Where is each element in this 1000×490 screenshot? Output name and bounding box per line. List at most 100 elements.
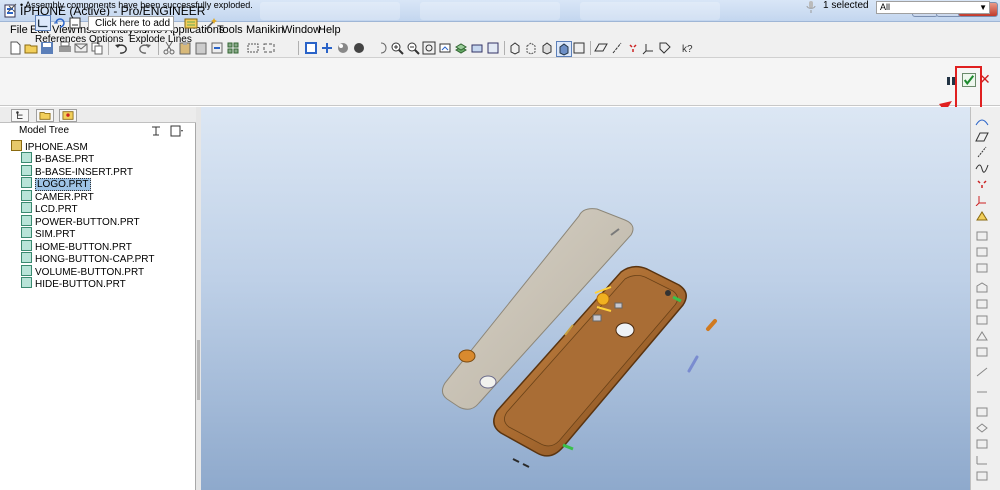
regenerate-icon[interactable] bbox=[210, 41, 224, 55]
folder-browser-tab-icon[interactable] bbox=[36, 109, 54, 122]
splitter-grip[interactable] bbox=[197, 340, 200, 400]
background-tab[interactable] bbox=[420, 2, 560, 20]
tree-root-assembly[interactable]: IPHONE.ASM bbox=[11, 140, 88, 153]
graphics-viewport[interactable] bbox=[201, 107, 970, 490]
help-icon[interactable]: k? bbox=[680, 41, 694, 55]
insert-icon-7[interactable] bbox=[975, 330, 989, 342]
tree-item-volume-button[interactable]: VOLUME-BUTTON.PRT bbox=[21, 265, 144, 278]
enhanced-realism-icon[interactable] bbox=[572, 41, 586, 55]
point-icon[interactable] bbox=[626, 41, 640, 55]
datum-point-icon[interactable] bbox=[975, 178, 989, 190]
navigator-tabs bbox=[0, 107, 196, 123]
new-icon[interactable] bbox=[8, 41, 22, 55]
datum-axis-icon[interactable] bbox=[975, 146, 989, 158]
shading-icon[interactable] bbox=[320, 41, 334, 55]
menu-file[interactable]: File bbox=[10, 24, 28, 36]
plane-icon[interactable] bbox=[594, 41, 608, 55]
tag-icon[interactable] bbox=[658, 41, 672, 55]
insert-icon-5[interactable] bbox=[975, 298, 989, 310]
translate-mode-icon[interactable] bbox=[35, 15, 51, 31]
hide-button-part[interactable] bbox=[687, 355, 699, 373]
appearance-icon[interactable] bbox=[470, 41, 484, 55]
tree-item-sim[interactable]: SIM.PRT bbox=[21, 227, 75, 240]
background-tab[interactable] bbox=[260, 2, 400, 20]
reorient-icon[interactable] bbox=[336, 41, 350, 55]
model-tree-tab-icon[interactable] bbox=[11, 109, 29, 122]
tree-item-b-base[interactable]: B-BASE.PRT bbox=[21, 152, 94, 165]
axis-icon[interactable] bbox=[610, 41, 624, 55]
tree-item-hide-button[interactable]: HIDE-BUTTON.PRT bbox=[21, 277, 126, 290]
insert-icon-8[interactable] bbox=[975, 346, 989, 358]
view-plane-mode-icon[interactable] bbox=[68, 16, 82, 30]
tree-item-b-base-insert[interactable]: B-BASE-INSERT.PRT bbox=[21, 165, 133, 178]
sketch-icon[interactable] bbox=[262, 41, 276, 55]
menu-help[interactable]: Help bbox=[318, 24, 341, 36]
tree-item-home-button[interactable]: HOME-BUTTON.PRT bbox=[21, 240, 132, 253]
rotate-mode-icon[interactable] bbox=[53, 16, 67, 30]
add-item-field[interactable]: Click here to add item bbox=[88, 16, 174, 31]
insert-icon-12[interactable] bbox=[975, 422, 989, 434]
insert-icon-13[interactable] bbox=[975, 438, 989, 450]
insert-icon-11[interactable] bbox=[975, 406, 989, 418]
zoom-in-icon[interactable] bbox=[390, 41, 404, 55]
insert-icon-4[interactable] bbox=[975, 282, 989, 294]
zoom-out-icon[interactable] bbox=[406, 41, 420, 55]
logo-part[interactable] bbox=[596, 292, 610, 306]
wand-icon[interactable] bbox=[204, 17, 218, 30]
insert-icon-9[interactable] bbox=[975, 366, 989, 378]
datum-curve-icon[interactable] bbox=[975, 161, 989, 173]
insert-icon-2[interactable] bbox=[975, 246, 989, 258]
bottom-port bbox=[512, 458, 530, 468]
insert-icon-3[interactable] bbox=[975, 262, 989, 274]
paste-special-icon[interactable] bbox=[194, 41, 208, 55]
tree-settings-icon[interactable] bbox=[150, 125, 162, 137]
view-manager-icon[interactable] bbox=[486, 41, 500, 55]
hidden-line-icon[interactable] bbox=[524, 41, 538, 55]
menu-window[interactable]: Window bbox=[282, 24, 321, 36]
selection-filter-select[interactable]: All ▼ bbox=[876, 1, 990, 14]
analysis-feature-icon[interactable] bbox=[975, 210, 989, 222]
wireframe-icon[interactable] bbox=[508, 41, 522, 55]
tree-item-logo[interactable]: LOGO.PRT bbox=[21, 177, 91, 191]
selection-count: 1 selected bbox=[823, 0, 869, 11]
menu-manikin[interactable]: Manikin bbox=[246, 24, 284, 36]
find-icon[interactable] bbox=[226, 41, 240, 55]
tree-item-hong-button-cap[interactable]: HONG-BUTTON-CAP.PRT bbox=[21, 252, 154, 265]
insert-icon-10[interactable] bbox=[975, 386, 989, 398]
spin-icon[interactable] bbox=[374, 41, 388, 55]
show-menu-icon[interactable] bbox=[170, 125, 184, 137]
shaded-icon[interactable] bbox=[556, 41, 572, 57]
csys-icon[interactable] bbox=[642, 41, 656, 55]
sketch-curve-icon[interactable] bbox=[975, 116, 989, 128]
tree-item-power-button[interactable]: POWER-BUTTON.PRT bbox=[21, 215, 140, 228]
insert-icon-14[interactable] bbox=[975, 454, 989, 466]
datum-plane-icon[interactable] bbox=[975, 131, 989, 143]
sim-part[interactable] bbox=[592, 314, 602, 322]
volume-button-green[interactable] bbox=[562, 443, 574, 451]
tab-references[interactable]: References bbox=[35, 34, 86, 45]
layer-icon[interactable] bbox=[454, 41, 468, 55]
insert-icon-1[interactable] bbox=[975, 230, 989, 242]
datum-icon[interactable] bbox=[304, 41, 318, 55]
tree-item-camer[interactable]: CAMER.PRT bbox=[21, 190, 94, 203]
menu-tools[interactable]: Tools bbox=[217, 24, 243, 36]
exploded-phone-model[interactable] bbox=[201, 107, 970, 490]
no-hidden-icon[interactable] bbox=[540, 41, 554, 55]
explode-lines-icon[interactable] bbox=[184, 17, 198, 30]
tab-explode-lines[interactable]: Explode Lines bbox=[129, 34, 192, 45]
refit-icon[interactable] bbox=[422, 41, 436, 55]
named-view-icon[interactable] bbox=[438, 41, 452, 55]
coordinate-system-icon[interactable] bbox=[975, 194, 989, 206]
select-box-icon[interactable] bbox=[246, 41, 260, 55]
home-button-cap[interactable] bbox=[458, 349, 476, 363]
volume-button-part[interactable] bbox=[706, 319, 717, 331]
sim-part-2 bbox=[614, 302, 623, 309]
background-tab[interactable] bbox=[580, 2, 720, 20]
tree-item-lcd[interactable]: LCD.PRT bbox=[21, 202, 78, 215]
pan-icon[interactable] bbox=[352, 41, 366, 55]
apple-logo-cutout bbox=[615, 322, 635, 338]
insert-icon-6[interactable] bbox=[975, 314, 989, 326]
tab-options[interactable]: Options bbox=[89, 34, 123, 45]
insert-icon-15[interactable] bbox=[975, 470, 989, 482]
favorites-tab-icon[interactable] bbox=[59, 109, 77, 122]
